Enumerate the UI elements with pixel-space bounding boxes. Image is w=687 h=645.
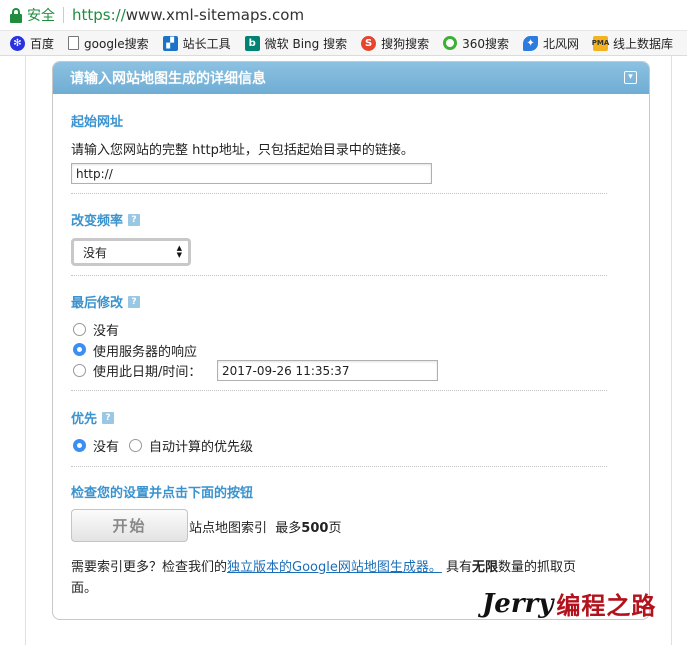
sitemap-form-panel: 请输入网站地图生成的详细信息 ▾ 起始网址 请输入您网站的完整 http地址，只…	[52, 61, 650, 620]
beifeng-icon: ✦	[523, 35, 539, 51]
last-modified-date-input[interactable]	[217, 360, 438, 381]
select-arrows-icon: ▲ ▼	[176, 244, 182, 259]
start-url-description: 请输入您网站的完整 http地址，只包括起始目录中的链接。	[71, 143, 414, 158]
submit-label: 检查您的设置并点击下面的按钮	[71, 486, 254, 501]
url-text[interactable]: https://www.xml-sitemaps.com	[72, 6, 304, 24]
last-modified-server-label: 使用服务器的响应	[93, 345, 198, 360]
last-modified-label: 最后修改?	[71, 292, 141, 311]
footer-text-line1: 需要索引更多？检查我们的独立版本的Google网站地图生成器。 具有无限数量的抓…	[71, 560, 577, 575]
bookmark-pma[interactable]: PMA 线上数据库	[592, 35, 673, 52]
divider	[71, 466, 607, 467]
last-modified-date-label: 使用此日期/时间：	[93, 365, 202, 380]
change-frequency-value: 没有	[83, 245, 108, 260]
priority-label: 优先?	[71, 408, 115, 427]
priority-none-label: 没有	[93, 440, 120, 455]
sitemap-index-text: 站点地图索引 最多500页	[189, 521, 342, 536]
pma-icon: PMA	[592, 35, 609, 51]
collapse-icon[interactable]: ▾	[624, 71, 637, 84]
lock-icon	[10, 7, 22, 23]
baidu-paw-icon: ✻	[10, 35, 25, 51]
start-button[interactable]: 开始	[71, 509, 188, 542]
priority-auto-radio[interactable]	[129, 439, 142, 452]
change-frequency-select[interactable]: 没有 ▲ ▼	[71, 238, 191, 266]
panel-title: 请输入网站地图生成的详细信息	[70, 71, 266, 87]
standalone-generator-link[interactable]: 独立版本的Google网站地图生成器。	[227, 560, 442, 575]
watermark-latin: Jerry	[482, 588, 554, 619]
address-bar[interactable]: 安全 https://www.xml-sitemaps.com	[0, 0, 687, 31]
bookmark-chinaz[interactable]: ▞ 站长工具	[162, 35, 231, 52]
360-icon	[443, 36, 458, 50]
bookmark-bing[interactable]: b 微软 Bing 搜索	[244, 35, 347, 52]
start-url-label: 起始网址	[71, 115, 124, 130]
bookmark-google[interactable]: google搜索	[68, 35, 149, 52]
help-icon[interactable]: ?	[128, 295, 141, 308]
chinaz-icon: ▞	[162, 35, 178, 51]
sogou-icon: S	[361, 35, 377, 51]
last-modified-none-label: 没有	[93, 324, 120, 339]
bookmark-sogou[interactable]: S 搜狗搜索	[361, 35, 429, 52]
last-modified-server-radio[interactable]	[73, 343, 86, 356]
last-modified-date-radio[interactable]	[73, 364, 86, 377]
last-modified-none-radio[interactable]	[73, 323, 86, 336]
bing-icon: b	[244, 35, 260, 51]
divider	[71, 390, 607, 391]
priority-none-radio[interactable]	[73, 439, 86, 452]
watermark-chinese: 编程之路	[556, 592, 657, 620]
change-frequency-label: 改变频率?	[71, 210, 141, 229]
bookmarks-bar: ✻ 百度 google搜索 ▞ 站长工具 b 微软 Bing 搜索 S 搜狗搜索 360…	[0, 31, 687, 56]
secure-label: 安全	[27, 8, 55, 24]
page-gutter-left	[25, 56, 26, 645]
footer-text-line2: 面。	[71, 581, 98, 596]
page-icon	[68, 36, 80, 50]
priority-auto-label: 自动计算的优先级	[149, 440, 254, 455]
page-gutter-right	[671, 56, 672, 645]
start-url-input[interactable]	[71, 163, 432, 184]
address-separator	[63, 7, 64, 23]
help-icon[interactable]: ?	[128, 213, 141, 226]
panel-header: 请输入网站地图生成的详细信息 ▾	[53, 62, 649, 94]
help-icon[interactable]: ?	[102, 411, 115, 424]
divider	[71, 275, 607, 276]
divider	[71, 193, 607, 194]
bookmark-beifeng[interactable]: ✦ 北风网	[523, 35, 579, 52]
bookmark-baidu[interactable]: ✻ 百度	[10, 35, 54, 52]
bookmark-360[interactable]: 360搜索	[443, 35, 509, 52]
watermark-logo: Jerry 编程之路	[482, 586, 656, 621]
